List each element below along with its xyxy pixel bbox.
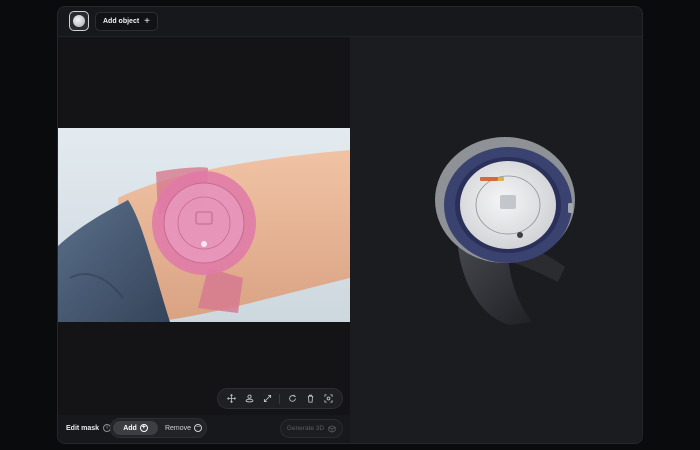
object-thumbnail-image	[73, 15, 85, 27]
plus-circle-icon: +	[139, 424, 148, 432]
turntable-tool-button[interactable]	[243, 393, 255, 405]
minus-circle-icon: −	[194, 424, 203, 432]
input-image-pane	[58, 37, 350, 415]
mask-mode-toggle: Add + Remove −	[110, 418, 207, 438]
mask-add-button[interactable]: Add +	[113, 421, 158, 435]
rotate-icon	[289, 394, 296, 402]
focus-icon	[324, 394, 333, 403]
trash-icon	[308, 394, 314, 403]
3d-preview-pane[interactable]	[350, 37, 642, 443]
focus-tool-button[interactable]	[323, 393, 335, 405]
top-bar: Add object +	[58, 7, 642, 37]
wrist-photo-illustration	[58, 128, 350, 322]
edit-mask-label: Edit mask	[66, 424, 100, 432]
viewer-toolbar	[217, 388, 343, 409]
toolbar-divider	[279, 393, 281, 404]
watch-3d-render	[435, 137, 575, 325]
mask-add-label: Add	[123, 424, 137, 432]
object-thumbnail[interactable]	[69, 11, 89, 31]
rotate-tool-button[interactable]	[287, 393, 299, 405]
mask-remove-button[interactable]: Remove −	[161, 421, 206, 435]
move-tool-button[interactable]	[225, 393, 237, 405]
generate-3d-button[interactable]: Generate 3D	[280, 419, 343, 438]
cube-icon	[328, 424, 336, 433]
input-photo[interactable]	[58, 128, 350, 322]
mask-edit-bar: Edit mask i Add + Remove − Generate 3D	[58, 415, 350, 443]
plus-icon: +	[144, 16, 151, 27]
edit-mask-label-group: Edit mask i	[66, 424, 112, 432]
app-window: Add object + Edit mask i Add + Remove − …	[57, 6, 643, 444]
expand-icon	[263, 394, 271, 403]
add-object-button[interactable]: Add object +	[95, 12, 159, 31]
move-icon	[226, 394, 236, 403]
mask-remove-label: Remove	[164, 424, 192, 432]
expand-tool-button[interactable]	[261, 393, 273, 405]
generate-3d-label: Generate 3D	[286, 425, 325, 432]
turntable-icon	[245, 394, 254, 403]
delete-tool-button[interactable]	[305, 393, 317, 405]
add-object-label: Add object	[103, 18, 140, 25]
